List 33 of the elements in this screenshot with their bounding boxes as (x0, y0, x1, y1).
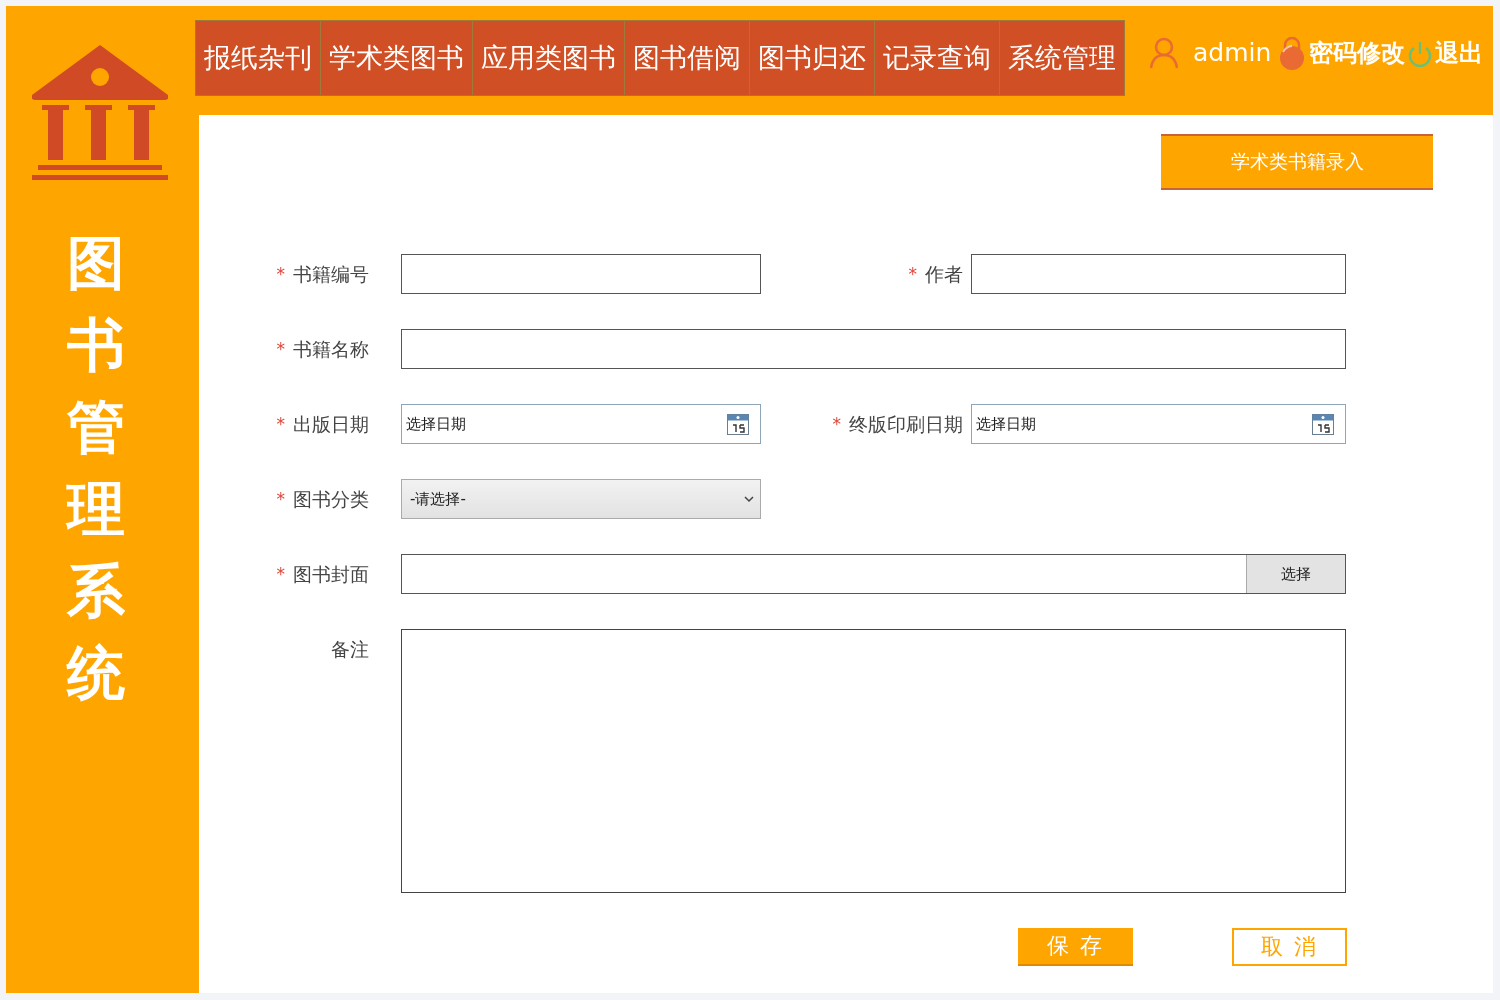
field-label: 备注 (331, 637, 370, 662)
date-placeholder: 选择日期 (406, 414, 466, 434)
field-label: * 书籍名称 (276, 337, 370, 362)
notes-field[interactable] (401, 629, 1346, 893)
category-select[interactable]: -请选择- (401, 479, 761, 519)
field-label: * 图书分类 (276, 487, 370, 512)
field-label: * 出版日期 (276, 412, 370, 437)
nav-tab[interactable]: 图书归还 (750, 20, 875, 95)
date-placeholder: 选择日期 (976, 414, 1036, 434)
nav-tab[interactable]: 报纸杂刊 (196, 20, 321, 95)
user-icon (1149, 36, 1179, 69)
date-field[interactable]: 选择日期 (971, 404, 1346, 444)
nav-tab[interactable]: 学术类图书 (321, 20, 473, 95)
field-label: * 作者 (908, 262, 964, 287)
field-label: * 图书封面 (276, 562, 370, 587)
nav-tab[interactable]: 记录查询 (875, 20, 1000, 95)
text-field[interactable] (401, 329, 1346, 369)
text-field[interactable] (401, 254, 761, 294)
field-label: * 书籍编号 (276, 262, 370, 287)
nav-tab[interactable]: 系统管理 (1000, 20, 1124, 95)
library-logo-icon (31, 45, 168, 180)
field-label: * 终版印刷日期 (832, 412, 964, 437)
app-title: 图书管理系统 (66, 228, 125, 709)
browse-button[interactable]: 选择 (1246, 555, 1345, 593)
calendar-icon[interactable] (727, 412, 750, 436)
date-field[interactable]: 选择日期 (401, 404, 761, 444)
chevron-down-icon (744, 495, 754, 503)
user-name: admin (1193, 38, 1272, 67)
nav-tab[interactable]: 图书借阅 (625, 20, 750, 95)
file-field[interactable]: 选择 (401, 554, 1346, 594)
calendar-icon[interactable] (1312, 412, 1335, 436)
nav-tab[interactable]: 应用类图书 (473, 20, 625, 95)
text-field[interactable] (971, 254, 1346, 294)
